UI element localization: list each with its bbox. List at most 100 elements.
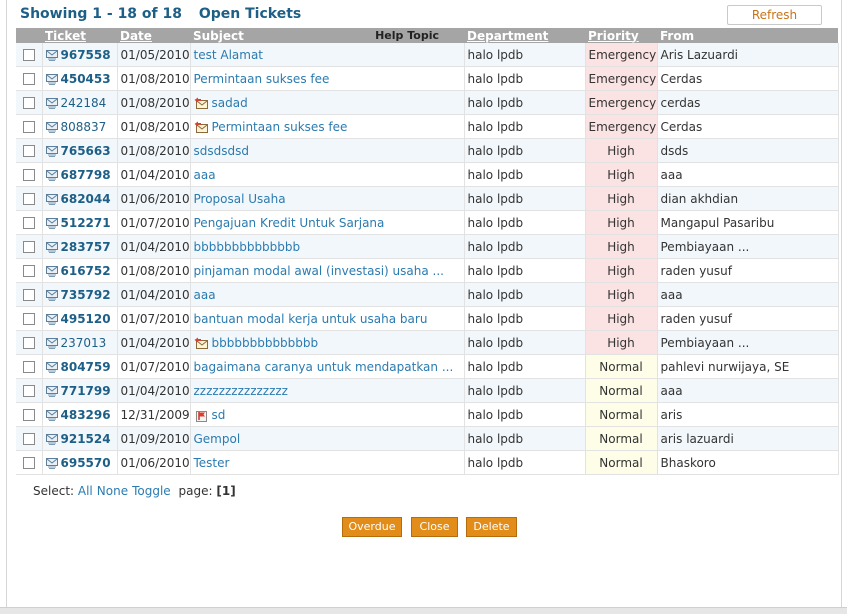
ticket-number-link[interactable]: 495120	[61, 312, 111, 326]
row-checkbox[interactable]	[22, 265, 35, 277]
table-row[interactable]: 616752 01/08/2010 pinjaman modal awal (inv…	[16, 258, 839, 283]
row-checkbox[interactable]	[22, 193, 35, 205]
ticket-number-link[interactable]: 735792	[61, 288, 111, 302]
ticket-number-link[interactable]: 237013	[61, 336, 107, 350]
select-none-link[interactable]: None	[97, 484, 128, 498]
row-select-cell	[16, 426, 43, 451]
subject-link[interactable]: Gempol	[194, 432, 241, 446]
table-row[interactable]: 237013 01/04/2010 bbbbbbbbbbbbbb halo lpdb H…	[16, 330, 839, 355]
subject-link[interactable]: sdsdsdsd	[194, 144, 249, 158]
row-checkbox[interactable]	[22, 241, 35, 253]
table-row[interactable]: 495120 01/07/2010 bantuan modal kerja untu…	[16, 306, 839, 331]
ticket-number-link[interactable]: 242184	[61, 96, 107, 110]
date-column-header[interactable]: Date	[117, 28, 190, 43]
priority-cell: High	[585, 186, 658, 211]
ticket-number-link[interactable]: 687798	[61, 168, 111, 182]
row-checkbox[interactable]	[22, 361, 35, 373]
subject-link[interactable]: aaa	[194, 288, 216, 302]
ticket-number-link[interactable]: 283757	[61, 240, 111, 254]
ticket-column-header[interactable]: Ticket	[42, 28, 117, 43]
showing-label: Showing	[20, 6, 88, 22]
subject-link[interactable]: bbbbbbbbbbbbbb	[194, 240, 301, 254]
table-row[interactable]: 967558 01/05/2010 test Alamat halo lpdb Emer…	[16, 43, 839, 67]
department-cell: halo lpdb	[464, 282, 586, 307]
subject-link[interactable]: Proposal Usaha	[194, 192, 286, 206]
row-checkbox[interactable]	[22, 289, 35, 301]
row-checkbox[interactable]	[22, 145, 35, 157]
ticket-icon	[45, 169, 58, 181]
subject-link[interactable]: bbbbbbbbbbbbbb	[212, 336, 319, 350]
table-row[interactable]: 771799 01/04/2010 zzzzzzzzzzzzzzz halo lpdb…	[16, 378, 839, 403]
select-all-link[interactable]: All	[78, 484, 93, 498]
table-row[interactable]: 450453 01/08/2010 Permintaan sukses fee hal…	[16, 66, 839, 91]
close-button[interactable]: Close	[411, 517, 458, 537]
ticket-number-link[interactable]: 771799	[61, 384, 111, 398]
ticket-number-link[interactable]: 804759	[61, 360, 111, 374]
ticket-number-link[interactable]: 765663	[61, 144, 111, 158]
department-cell: halo lpdb	[464, 234, 586, 259]
row-checkbox[interactable]	[22, 409, 35, 421]
ticket-number-link[interactable]: 682044	[61, 192, 111, 206]
subject-link[interactable]: sd	[212, 408, 226, 422]
ticket-number-link[interactable]: 616752	[61, 264, 111, 278]
table-row[interactable]: 804759 01/07/2010 bagaimana caranya untuk …	[16, 354, 839, 379]
subject-link[interactable]: Permintaan sukses fee	[194, 72, 330, 86]
table-row[interactable]: 921524 01/09/2010 Gempol halo lpdb Normal ari…	[16, 426, 839, 451]
subject-link[interactable]: test Alamat	[194, 48, 264, 62]
refresh-button[interactable]: Refresh	[727, 5, 822, 25]
row-checkbox[interactable]	[22, 217, 35, 229]
ticket-number-link[interactable]: 921524	[61, 432, 111, 446]
subject-link[interactable]: Tester	[194, 456, 230, 470]
row-select-cell	[16, 354, 43, 379]
subject-link[interactable]: Pengajuan Kredit Untuk Sarjana	[194, 216, 385, 230]
row-checkbox[interactable]	[22, 313, 35, 325]
table-row[interactable]: 735792 01/04/2010 aaa halo lpdb High aaa	[16, 282, 839, 307]
subject-cell: sdsdsdsd	[190, 138, 465, 163]
row-checkbox[interactable]	[22, 121, 35, 133]
row-checkbox[interactable]	[22, 97, 35, 109]
table-row[interactable]: 765663 01/08/2010 sdsdsdsd halo lpdb High dsd…	[16, 138, 839, 163]
from-cell: Cerdas	[657, 66, 839, 91]
table-row[interactable]: 483296 12/31/2009 sd halo lpdb Normal aris	[16, 402, 839, 427]
overdue-button[interactable]: Overdue	[342, 517, 402, 537]
table-row[interactable]: 512271 01/07/2010 Pengajuan Kredit Untuk S…	[16, 210, 839, 235]
page-number[interactable]: [1]	[216, 484, 235, 498]
select-column-header	[16, 28, 42, 43]
row-checkbox[interactable]	[22, 457, 35, 469]
ticket-number-link[interactable]: 967558	[61, 48, 111, 62]
ticket-number-link[interactable]: 450453	[61, 72, 111, 86]
table-row[interactable]: 808837 01/08/2010 Permintaan sukses fee hal…	[16, 114, 839, 139]
row-checkbox[interactable]	[22, 433, 35, 445]
ticket-number-link[interactable]: 695570	[61, 456, 111, 470]
table-row[interactable]: 242184 01/08/2010 sadad halo lpdb Emergency c…	[16, 90, 839, 115]
date-cell: 01/07/2010	[117, 306, 191, 331]
subject-link[interactable]: aaa	[194, 168, 216, 182]
select-toggle-link[interactable]: Toggle	[132, 484, 171, 498]
row-checkbox[interactable]	[22, 49, 35, 61]
date-cell: 01/04/2010	[117, 162, 191, 187]
row-checkbox[interactable]	[22, 385, 35, 397]
ticket-number-link[interactable]: 512271	[61, 216, 111, 230]
delete-button[interactable]: Delete	[466, 517, 517, 537]
subject-link[interactable]: pinjaman modal awal (investasi) usaha ..…	[194, 264, 444, 278]
row-checkbox[interactable]	[22, 169, 35, 181]
row-checkbox[interactable]	[22, 337, 35, 349]
priority-column-header[interactable]: Priority	[585, 28, 657, 43]
subject-link[interactable]: zzzzzzzzzzzzzzz	[194, 384, 288, 398]
table-row[interactable]: 687798 01/04/2010 aaa halo lpdb High aaa	[16, 162, 839, 187]
department-column-header[interactable]: Department	[464, 28, 585, 43]
ticket-cell: 771799	[42, 378, 118, 403]
subject-link[interactable]: sadad	[212, 96, 248, 110]
ticket-number-link[interactable]: 808837	[61, 120, 107, 134]
table-row[interactable]: 695570 01/06/2010 Tester halo lpdb Normal Bha…	[16, 450, 839, 475]
row-checkbox[interactable]	[22, 73, 35, 85]
from-column-header: From	[657, 28, 838, 43]
subject-link[interactable]: bagaimana caranya untuk mendapatkan ...	[194, 360, 454, 374]
table-row[interactable]: 283757 01/04/2010 bbbbbbbbbbbbbb halo lpdb H…	[16, 234, 839, 259]
table-row[interactable]: 682044 01/06/2010 Proposal Usaha halo lpdb H…	[16, 186, 839, 211]
subject-link[interactable]: bantuan modal kerja untuk usaha baru	[194, 312, 428, 326]
subject-cell: pinjaman modal awal (investasi) usaha ..…	[190, 258, 465, 283]
subject-link[interactable]: Permintaan sukses fee	[212, 120, 348, 134]
date-cell: 12/31/2009	[117, 402, 191, 427]
ticket-number-link[interactable]: 483296	[61, 408, 111, 422]
